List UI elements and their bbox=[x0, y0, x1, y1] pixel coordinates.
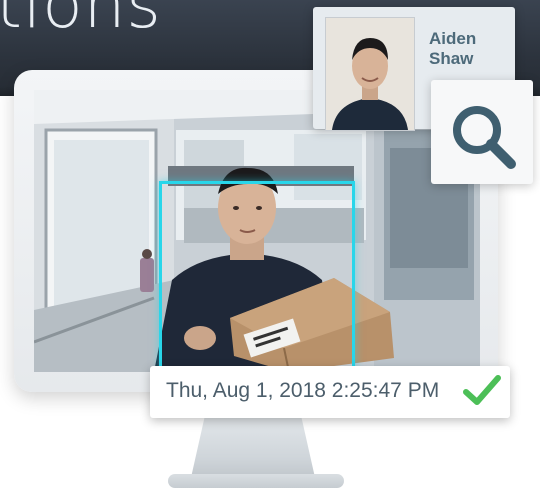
search-icon bbox=[453, 106, 516, 169]
timestamp-card: Thu, Aug 1, 2018 2:25:47 PM bbox=[150, 366, 510, 418]
monitor-base bbox=[168, 474, 344, 488]
profile-photo bbox=[325, 17, 415, 131]
profile-last-name: Shaw bbox=[429, 49, 474, 68]
profile-name: Aiden Shaw bbox=[429, 29, 515, 69]
checkmark-icon bbox=[463, 375, 501, 405]
banner-title: tions bbox=[0, 0, 162, 43]
profile-first-name: Aiden bbox=[429, 29, 477, 48]
timestamp-text: Thu, Aug 1, 2018 2:25:47 PM bbox=[166, 379, 440, 402]
avatar bbox=[326, 18, 414, 130]
face-detection-box bbox=[159, 181, 355, 372]
search-button[interactable] bbox=[431, 80, 533, 184]
camera-feed bbox=[34, 90, 480, 372]
